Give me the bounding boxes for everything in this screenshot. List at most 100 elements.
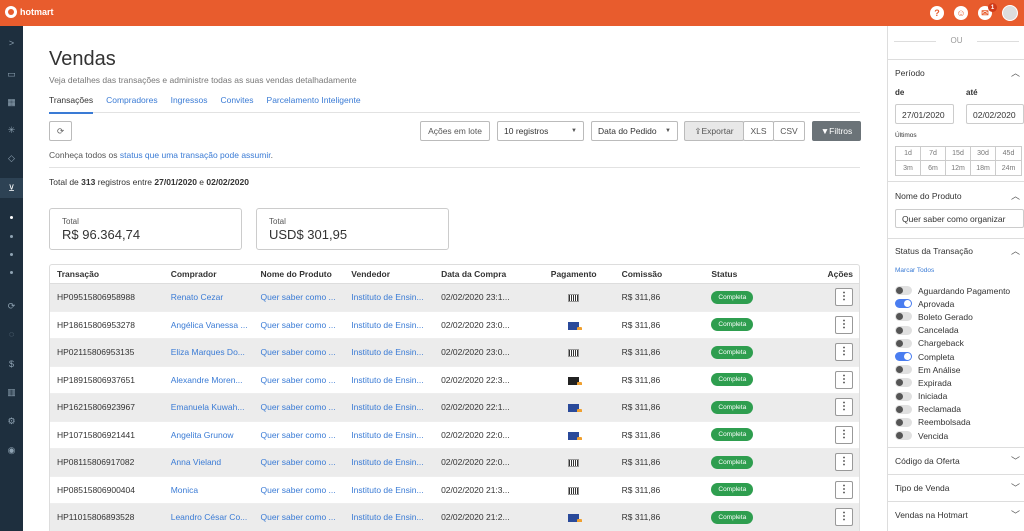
- order-select[interactable]: Data do Pedido ▼: [591, 121, 678, 141]
- more-actions-button[interactable]: ⋮: [835, 370, 854, 389]
- transaction-id[interactable]: HP18915806937651: [50, 375, 164, 385]
- product-link[interactable]: Quer saber como ...: [254, 375, 345, 385]
- more-actions-button[interactable]: ⋮: [835, 508, 854, 527]
- grid-icon[interactable]: ▦: [0, 92, 23, 112]
- status-option[interactable]: Reembolsada: [895, 416, 1010, 429]
- product-link[interactable]: Quer saber como ...: [254, 430, 345, 440]
- batch-actions-button[interactable]: Ações em lote: [420, 121, 490, 141]
- buyer-link[interactable]: Anna Vieland: [164, 457, 254, 467]
- seller-link[interactable]: Instituto de Ensin...: [344, 485, 434, 495]
- buyer-link[interactable]: Emanuela Kuwah...: [164, 402, 254, 412]
- quick-range-option[interactable]: 7d: [921, 147, 946, 161]
- status-option[interactable]: Aguardando Pagamento: [895, 284, 1010, 297]
- quick-range-option[interactable]: 15d: [946, 147, 971, 161]
- xls-button[interactable]: XLS: [743, 121, 774, 141]
- product-link[interactable]: Quer saber como ...: [254, 347, 345, 357]
- quick-range-option[interactable]: 45d: [996, 147, 1021, 161]
- quick-range-option[interactable]: 18m: [971, 161, 996, 175]
- buyer-link[interactable]: Renato Cezar: [164, 292, 254, 302]
- status-title[interactable]: Status da Transação: [895, 246, 973, 256]
- buyer-link[interactable]: Eliza Marques Do...: [164, 347, 254, 357]
- export-button[interactable]: ⇪ Exportar: [684, 121, 744, 141]
- transaction-id[interactable]: HP09515806958988: [50, 292, 164, 302]
- status-link[interactable]: status que uma transação pode assumir: [120, 150, 271, 160]
- status-option[interactable]: Reclamada: [895, 403, 1010, 416]
- toggle-switch[interactable]: [895, 312, 912, 322]
- buyer-link[interactable]: Monica: [164, 485, 254, 495]
- toggle-switch[interactable]: [895, 338, 912, 348]
- table-row[interactable]: HP08515806900404 Monica Quer saber como ..…: [50, 477, 859, 504]
- table-row[interactable]: HP16215806923967 Emanuela Kuwah... Quer sa…: [50, 394, 859, 422]
- product-link[interactable]: Quer saber como ...: [254, 402, 345, 412]
- quick-range-option[interactable]: 1d: [896, 147, 921, 161]
- nav-sub-4[interactable]: [0, 262, 23, 282]
- vendas-hotmart-title[interactable]: Vendas na Hotmart: [895, 510, 968, 520]
- quick-range-option[interactable]: 3m: [896, 161, 921, 175]
- tab-compradores[interactable]: Compradores: [106, 94, 158, 112]
- refresh-button[interactable]: ⟳: [49, 121, 72, 141]
- status-option[interactable]: Cancelada: [895, 324, 1010, 337]
- hotmart-logo[interactable]: hotmart: [5, 6, 54, 18]
- status-option[interactable]: Chargeback: [895, 337, 1010, 350]
- periodo-title[interactable]: Período: [895, 68, 925, 78]
- seller-link[interactable]: Instituto de Ensin...: [344, 320, 434, 330]
- tab-parcelamento[interactable]: Parcelamento Inteligente: [267, 94, 361, 112]
- chevron-down-icon[interactable]: ﹀: [1011, 508, 1020, 521]
- transaction-id[interactable]: HP18615806953278: [50, 320, 164, 330]
- chevron-up-icon[interactable]: ︿: [1011, 66, 1020, 79]
- buyer-link[interactable]: Angelita Grunow: [164, 430, 254, 440]
- nav-sub-2[interactable]: [0, 226, 23, 246]
- toggle-switch[interactable]: [895, 431, 912, 441]
- toggle-switch[interactable]: [895, 417, 912, 427]
- seller-link[interactable]: Instituto de Ensin...: [344, 457, 434, 467]
- seller-link[interactable]: Instituto de Ensin...: [344, 402, 434, 412]
- more-actions-button[interactable]: ⋮: [835, 288, 854, 307]
- quick-range-option[interactable]: 12m: [946, 161, 971, 175]
- seller-link[interactable]: Instituto de Ensin...: [344, 430, 434, 440]
- transaction-id[interactable]: HP16215806923967: [50, 402, 164, 412]
- buyer-link[interactable]: Alexandre Moren...: [164, 375, 254, 385]
- status-option[interactable]: Iniciada: [895, 390, 1010, 403]
- seller-link[interactable]: Instituto de Ensin...: [344, 292, 434, 302]
- transaction-id[interactable]: HP08115806917082: [50, 457, 164, 467]
- status-option[interactable]: Completa: [895, 350, 1010, 363]
- table-row[interactable]: HP02115806953135 Eliza Marques Do... Quer …: [50, 339, 859, 367]
- chevron-down-icon[interactable]: ﹀: [1011, 454, 1020, 467]
- table-row[interactable]: HP09515806958988 Renato Cezar Quer saber c…: [50, 284, 859, 312]
- tab-transacoes[interactable]: Transações: [49, 94, 94, 114]
- buyer-link[interactable]: Leandro César Co...: [164, 512, 254, 522]
- filters-button[interactable]: ▼ Filtros: [812, 121, 861, 141]
- tab-convites[interactable]: Convites: [220, 94, 253, 112]
- table-row[interactable]: HP10715806921441 Angelita Grunow Quer sabe…: [50, 422, 859, 449]
- nav-expand[interactable]: >: [0, 33, 23, 53]
- table-row[interactable]: HP08115806917082 Anna Vieland Quer saber c…: [50, 449, 859, 477]
- date-from-input[interactable]: 27/01/2020: [895, 104, 954, 124]
- status-option[interactable]: Vencida: [895, 429, 1010, 442]
- chat-bubble-icon[interactable]: ◌: [0, 324, 23, 344]
- nav-sub-1[interactable]: [0, 207, 23, 227]
- product-select[interactable]: Quer saber como organizar: [895, 209, 1024, 228]
- chat-icon[interactable]: ✉ 1: [978, 3, 997, 20]
- codigo-oferta-title[interactable]: Código da Oferta: [895, 456, 960, 466]
- quick-range-option[interactable]: 30d: [971, 147, 996, 161]
- avatar[interactable]: [1002, 5, 1018, 21]
- user-icon[interactable]: ◉: [0, 440, 23, 460]
- apps-icon[interactable]: ☺: [954, 6, 968, 20]
- dollar-icon[interactable]: $: [0, 354, 23, 374]
- help-icon[interactable]: ?: [930, 6, 944, 20]
- seller-link[interactable]: Instituto de Ensin...: [344, 347, 434, 357]
- product-link[interactable]: Quer saber como ...: [254, 512, 345, 522]
- toggle-switch[interactable]: [895, 365, 912, 375]
- status-option[interactable]: Boleto Gerado: [895, 310, 1010, 323]
- more-actions-button[interactable]: ⋮: [835, 343, 854, 362]
- quick-range-option[interactable]: 24m: [996, 161, 1021, 175]
- tab-ingressos[interactable]: Ingressos: [171, 94, 208, 112]
- more-actions-button[interactable]: ⋮: [835, 453, 854, 472]
- refresh-icon[interactable]: ⟳: [0, 296, 23, 316]
- seller-link[interactable]: Instituto de Ensin...: [344, 512, 434, 522]
- registros-select[interactable]: 10 registros ▼: [497, 121, 584, 141]
- seller-link[interactable]: Instituto de Ensin...: [344, 375, 434, 385]
- more-actions-button[interactable]: ⋮: [835, 425, 854, 444]
- buyer-link[interactable]: Angélica Vanessa ...: [164, 320, 254, 330]
- product-link[interactable]: Quer saber como ...: [254, 292, 345, 302]
